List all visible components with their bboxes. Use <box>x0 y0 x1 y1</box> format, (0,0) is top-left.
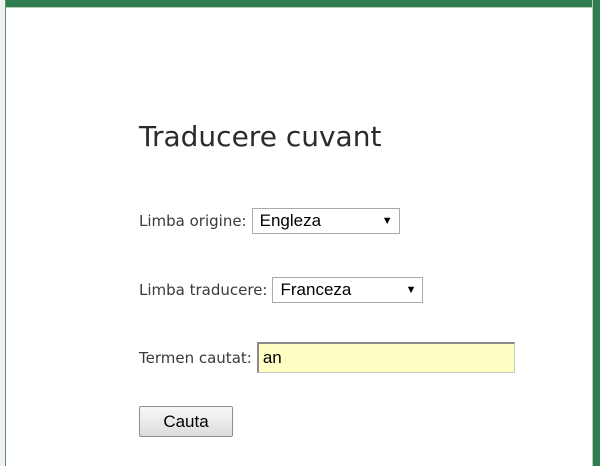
chevron-down-icon: ▼ <box>405 284 417 296</box>
target-language-select[interactable]: Franceza ▼ <box>272 277 424 303</box>
source-language-row: Limba origine: Engleza ▼ <box>139 208 400 234</box>
source-language-label: Limba origine: <box>139 212 247 230</box>
source-language-select[interactable]: Engleza ▼ <box>251 208 400 234</box>
window-right-frame <box>592 0 600 466</box>
target-language-value: Franceza <box>280 280 352 299</box>
chevron-down-icon: ▼ <box>381 215 393 227</box>
window-top-frame <box>0 0 600 8</box>
search-term-label: Termen cautat: <box>139 348 252 367</box>
browser-page: Traducere cuvant Limba origine: Engleza … <box>0 0 600 466</box>
search-term-row: Termen cautat: <box>139 342 515 373</box>
source-language-value: Engleza <box>259 211 322 230</box>
target-language-label: Limba traducere: <box>139 281 268 299</box>
window-left-frame <box>0 0 6 466</box>
page-title: Traducere cuvant <box>139 120 382 153</box>
search-button[interactable]: Cauta <box>139 406 233 437</box>
search-term-input[interactable] <box>256 342 515 373</box>
target-language-row: Limba traducere: Franceza ▼ <box>139 277 424 303</box>
